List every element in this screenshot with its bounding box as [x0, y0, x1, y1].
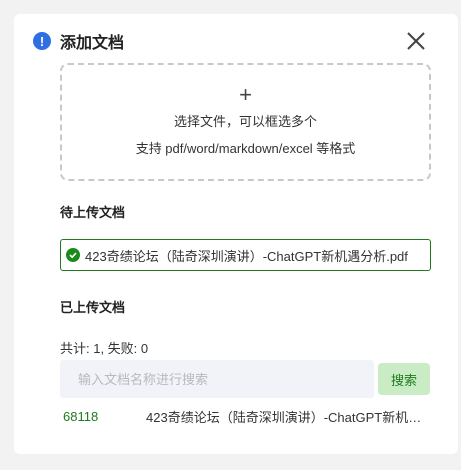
pending-file-name: 423奇绩论坛（陆奇深圳演讲）-ChatGPT新机遇分析.pdf	[85, 248, 408, 264]
dropzone-instruction: 选择文件，可以框选多个	[173, 114, 317, 129]
pending-section-title: 待上传文档	[60, 205, 126, 220]
uploaded-section-title: 已上传文档	[60, 300, 126, 315]
pending-file-item[interactable]: 423奇绩论坛（陆奇深圳演讲）-ChatGPT新机遇分析.pdf	[60, 239, 431, 271]
search-button[interactable]: 搜索	[378, 363, 430, 395]
close-button[interactable]	[405, 30, 427, 52]
dialog-title: 添加文档	[60, 35, 125, 52]
uploaded-document-row[interactable]: 68118 423奇绩论坛（陆奇深圳演讲）-ChatGPT新机遇分析.pdf	[60, 406, 431, 426]
document-name: 423奇绩论坛（陆奇深圳演讲）-ChatGPT新机遇分析.pdf	[146, 409, 426, 425]
file-dropzone[interactable]: + 选择文件，可以框选多个 支持 pdf/word/markdown/excel…	[60, 63, 431, 181]
document-id-link[interactable]: 68118	[60, 409, 146, 424]
add-document-dialog: ! 添加文档 + 选择文件，可以框选多个 支持 pdf/word/markdow…	[14, 14, 458, 454]
plus-icon: +	[239, 82, 252, 107]
close-icon	[407, 32, 425, 50]
check-circle-icon	[66, 248, 80, 262]
dialog-header: ! 添加文档	[33, 29, 124, 53]
info-icon: !	[33, 32, 51, 50]
document-search-input[interactable]	[60, 360, 374, 398]
dropzone-formats: 支持 pdf/word/markdown/excel 等格式	[135, 141, 356, 156]
upload-stats: 共计: 1, 失败: 0	[60, 341, 149, 356]
